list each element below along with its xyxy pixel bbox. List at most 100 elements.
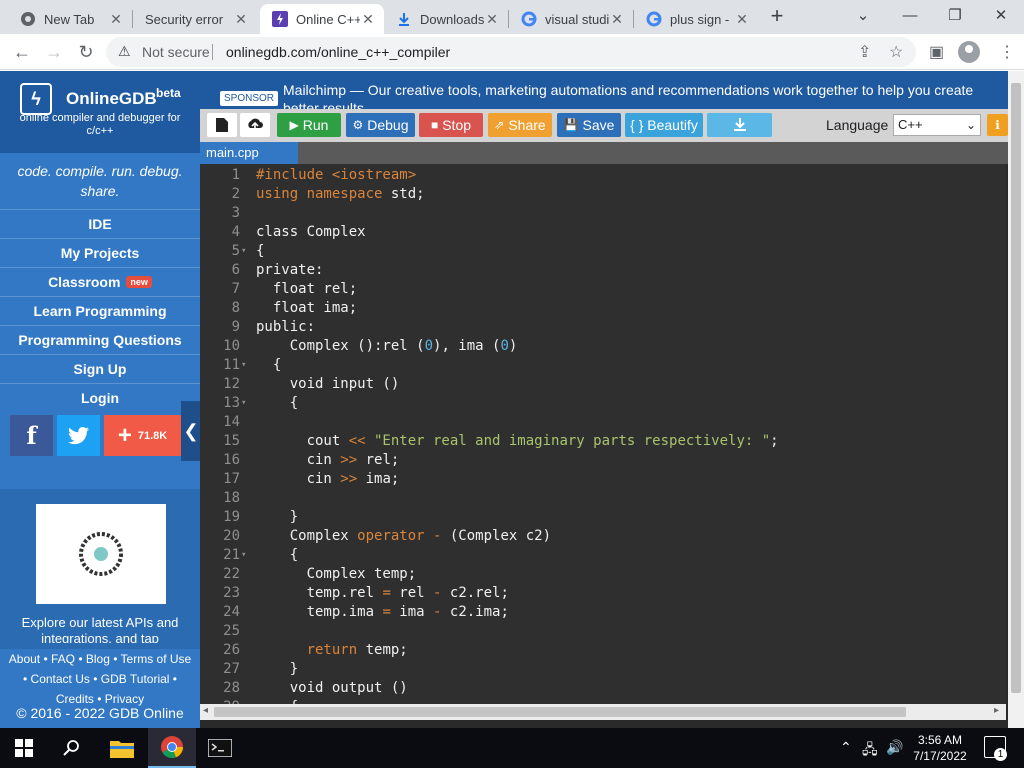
brand-header[interactable]: ϟ OnlineGDB beta online compiler and deb… bbox=[0, 71, 200, 153]
code-line[interactable]: 11 ▾ { bbox=[200, 356, 1006, 375]
volume-icon[interactable]: 🔊 bbox=[886, 739, 903, 756]
tab-search-icon[interactable]: ⌄ bbox=[848, 4, 878, 28]
code-line[interactable]: 14 bbox=[200, 413, 1006, 432]
side-panel-icon[interactable]: ▣ bbox=[929, 42, 944, 62]
code-line[interactable]: 8 float ima; bbox=[200, 299, 1006, 318]
info-icon[interactable]: ℹ bbox=[987, 114, 1008, 136]
sidebar-item-ide[interactable]: IDE bbox=[0, 209, 200, 238]
sidebar-item-learn-programming[interactable]: Learn Programming bbox=[0, 296, 200, 325]
close-tab-icon[interactable]: ✕ bbox=[484, 11, 500, 28]
chevron-up-icon[interactable]: ⌃ bbox=[840, 739, 852, 756]
new-file-icon[interactable] bbox=[207, 113, 237, 137]
tab-online-cpp[interactable]: Online C++ ✕ bbox=[260, 4, 384, 34]
tab-security-error[interactable]: Security error ✕ bbox=[133, 4, 257, 34]
share-count-button[interactable]: + 71.8K bbox=[104, 415, 181, 456]
code-line[interactable]: 25 bbox=[200, 622, 1006, 641]
code-line[interactable]: 24 temp.ima = ima - c2.ima; bbox=[200, 603, 1006, 622]
code-line[interactable]: 9 public: bbox=[200, 318, 1006, 337]
share-icon[interactable]: ⇪ bbox=[858, 42, 871, 62]
network-icon[interactable]: 🖧 bbox=[862, 739, 878, 763]
search-icon[interactable] bbox=[48, 728, 96, 768]
sidebar-item-sign-up[interactable]: Sign Up bbox=[0, 354, 200, 383]
code-line[interactable]: 20 Complex operator - (Complex c2) bbox=[200, 527, 1006, 546]
code-line[interactable]: 10 Complex ():rel (0), ima (0) bbox=[200, 337, 1006, 356]
profile-avatar[interactable] bbox=[958, 41, 980, 63]
sidebar-item-my-projects[interactable]: My Projects bbox=[0, 238, 200, 267]
code-line[interactable]: 28 void output () bbox=[200, 679, 1006, 698]
sidebar-item-login[interactable]: Login bbox=[0, 383, 200, 412]
code-line[interactable]: 27 } bbox=[200, 660, 1006, 679]
address-bar[interactable]: ⚠ Not secure onlinegdb.com/online_c++_co… bbox=[106, 37, 916, 67]
page-vertical-scrollbar[interactable] bbox=[1008, 71, 1024, 728]
tab-new-tab[interactable]: New Tab ✕ bbox=[8, 4, 132, 34]
file-tab-main-cpp[interactable]: main.cpp bbox=[200, 142, 298, 164]
debug-button[interactable]: ⚙ Debug bbox=[346, 113, 415, 137]
close-window-button[interactable]: ✕ bbox=[986, 4, 1016, 28]
bookmark-star-icon[interactable]: ☆ bbox=[889, 42, 903, 62]
code-line[interactable]: 22 Complex temp; bbox=[200, 565, 1006, 584]
code-line[interactable]: 1 #include <iostream> bbox=[200, 166, 1006, 185]
stop-button[interactable]: ■ Stop bbox=[419, 113, 483, 137]
notification-center-icon[interactable]: 1 bbox=[984, 736, 1007, 761]
tab-visual-studio[interactable]: visual studio ✕ bbox=[509, 4, 633, 34]
promo-ad[interactable]: Explore our latest APIs and integrations… bbox=[0, 489, 200, 649]
footer-line-2[interactable]: • Contact Us • GDB Tutorial • bbox=[0, 669, 200, 689]
code-line[interactable]: 18 bbox=[200, 489, 1006, 508]
close-tab-icon[interactable]: ✕ bbox=[734, 11, 750, 28]
back-button[interactable]: ← bbox=[10, 40, 34, 64]
forward-button[interactable]: → bbox=[42, 40, 66, 64]
download-button[interactable] bbox=[707, 113, 772, 137]
scroll-right-icon[interactable]: ▸ bbox=[994, 705, 999, 716]
beautify-button[interactable]: { } Beautify bbox=[625, 113, 703, 137]
sidebar-item-programming-questions[interactable]: Programming Questions bbox=[0, 325, 200, 354]
code-line[interactable]: 3 bbox=[200, 204, 1006, 223]
tab-downloads[interactable]: Downloads ✕ bbox=[384, 4, 508, 34]
fold-arrow-icon[interactable]: ▾ bbox=[241, 356, 246, 375]
terminal-icon[interactable] bbox=[196, 728, 244, 768]
code-line[interactable]: 6 private: bbox=[200, 261, 1006, 280]
close-tab-icon[interactable]: ✕ bbox=[360, 11, 376, 28]
upload-icon[interactable] bbox=[240, 113, 270, 137]
twitter-icon[interactable] bbox=[57, 415, 100, 456]
sidebar-item-classroom[interactable]: Classroom new bbox=[0, 267, 200, 296]
code-line[interactable]: 7 float rel; bbox=[200, 280, 1006, 299]
promo-text[interactable]: Explore our latest APIs and integrations… bbox=[0, 615, 200, 643]
close-tab-icon[interactable]: ✕ bbox=[108, 11, 124, 28]
code-line[interactable]: 16 cin >> rel; bbox=[200, 451, 1006, 470]
save-button[interactable]: 💾 Save bbox=[557, 113, 621, 137]
code-line[interactable]: 12 void input () bbox=[200, 375, 1006, 394]
url-text[interactable]: onlinegdb.com/online_c++_compiler bbox=[226, 44, 450, 60]
menu-icon[interactable]: ⋮ bbox=[999, 42, 1015, 62]
footer-line-1[interactable]: About • FAQ • Blog • Terms of Use bbox=[0, 649, 200, 669]
sponsor-banner[interactable]: SPONSOR Mailchimp — Our creative tools, … bbox=[200, 71, 1008, 109]
code-line[interactable]: 21 ▾ { bbox=[200, 546, 1006, 565]
minimize-button[interactable]: — bbox=[895, 4, 925, 28]
page-scroll-thumb[interactable] bbox=[1011, 83, 1021, 693]
fold-arrow-icon[interactable]: ▾ bbox=[241, 242, 246, 261]
close-tab-icon[interactable]: ✕ bbox=[609, 11, 625, 28]
sponsor-text[interactable]: Mailchimp — Our creative tools, marketin… bbox=[283, 81, 999, 109]
tab-plus-sign[interactable]: plus sign - ✕ bbox=[634, 4, 758, 34]
system-clock[interactable]: 3:56 AM 7/17/2022 bbox=[905, 732, 975, 764]
facebook-icon[interactable]: f bbox=[10, 415, 53, 456]
run-button[interactable]: ▶ Run bbox=[277, 113, 341, 137]
warning-icon[interactable]: ⚠ bbox=[118, 43, 131, 60]
new-tab-button[interactable]: + bbox=[766, 5, 788, 29]
code-line[interactable]: 13 ▾ { bbox=[200, 394, 1006, 413]
file-explorer-icon[interactable] bbox=[98, 728, 146, 768]
start-button[interactable] bbox=[0, 728, 48, 768]
code-line[interactable]: 23 temp.rel = rel - c2.rel; bbox=[200, 584, 1006, 603]
restore-button[interactable]: ❐ bbox=[940, 4, 970, 28]
code-line[interactable]: 5 ▾ { bbox=[200, 242, 1006, 261]
fold-arrow-icon[interactable]: ▾ bbox=[241, 546, 246, 565]
reload-button[interactable]: ↻ bbox=[74, 40, 98, 64]
code-line[interactable]: 4 class Complex bbox=[200, 223, 1006, 242]
fold-arrow-icon[interactable]: ▾ bbox=[241, 394, 246, 413]
chrome-taskbar-icon[interactable] bbox=[148, 728, 196, 768]
share-button[interactable]: ⇗ Share bbox=[488, 113, 552, 137]
horizontal-scrollbar[interactable]: ◂ ▸ bbox=[200, 704, 1006, 720]
code-editor[interactable]: 1 #include <iostream> 2 using namespace std… bbox=[200, 164, 1006, 704]
horizontal-scroll-thumb[interactable] bbox=[214, 707, 906, 717]
language-select[interactable]: C++ ⌄ bbox=[893, 114, 981, 136]
code-line[interactable]: 2 using namespace std; bbox=[200, 185, 1006, 204]
